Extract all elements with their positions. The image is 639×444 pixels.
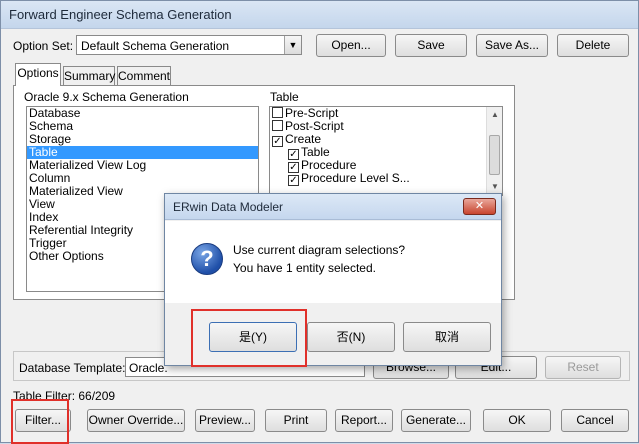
- dialog-cancel-button[interactable]: 取消: [403, 322, 491, 352]
- dialog-title: ERwin Data Modeler: [173, 200, 284, 214]
- no-button[interactable]: 否(N): [307, 322, 395, 352]
- cancel-button[interactable]: Cancel: [561, 409, 629, 432]
- scroll-thumb[interactable]: [489, 135, 500, 175]
- tab-options[interactable]: Options: [15, 63, 61, 86]
- option-set-value: Default Schema Generation: [81, 39, 230, 53]
- save-as-button[interactable]: Save As...: [476, 34, 548, 57]
- reset-button[interactable]: Reset: [545, 356, 621, 379]
- table-option-item[interactable]: ✓ Procedure Level S...: [270, 171, 502, 186]
- ok-button[interactable]: OK: [483, 409, 551, 432]
- checked-checkbox-icon[interactable]: ✓: [272, 136, 283, 147]
- filter-highlight-box: [11, 399, 69, 444]
- dialog-title-bar: ERwin Data Modeler ✕: [165, 194, 501, 220]
- database-template-value: Oracle.: [129, 361, 168, 375]
- dialog-message-line1: Use current diagram selections?: [233, 243, 406, 257]
- table-option-label: Create: [285, 132, 322, 146]
- right-list-header: Table: [270, 90, 299, 104]
- delete-button[interactable]: Delete: [557, 34, 629, 57]
- table-option-label: Post-Script: [285, 119, 344, 133]
- question-icon: ?: [191, 243, 223, 275]
- option-set-label: Option Set:: [13, 39, 74, 53]
- title-bar: Forward Engineer Schema Generation: [1, 1, 638, 29]
- table-option-label: Procedure: [301, 158, 357, 172]
- window-title: Forward Engineer Schema Generation: [9, 7, 232, 22]
- schema-list-item[interactable]: Storage: [27, 133, 258, 146]
- checkbox-icon[interactable]: [272, 120, 283, 131]
- chevron-down-icon[interactable]: ▼: [284, 36, 301, 54]
- confirm-dialog: ERwin Data Modeler ✕ ? Use current diagr…: [164, 193, 502, 367]
- checked-checkbox-icon[interactable]: ✓: [288, 175, 299, 186]
- table-option-label: Table: [301, 145, 330, 159]
- open-button[interactable]: Open...: [316, 34, 386, 57]
- table-option-label: Procedure Level S...: [301, 171, 410, 185]
- table-options-scrollbar[interactable]: ▲ ▼: [486, 107, 502, 195]
- dialog-message-line2: You have 1 entity selected.: [233, 261, 376, 275]
- tab-summary[interactable]: Summary: [63, 66, 115, 87]
- checkbox-icon[interactable]: [272, 107, 283, 118]
- save-button[interactable]: Save: [395, 34, 467, 57]
- print-button[interactable]: Print: [265, 409, 327, 432]
- yes-button[interactable]: 是(Y): [209, 322, 297, 352]
- table-options-list[interactable]: Pre-Script Post-Script ✓ Create ✓ Table ✓ Proce…: [269, 106, 503, 196]
- dialog-body: ? Use current diagram selections? You ha…: [165, 221, 501, 303]
- scroll-up-icon[interactable]: ▲: [487, 107, 502, 123]
- owner-override-button[interactable]: Owner Override...: [87, 409, 185, 432]
- close-icon[interactable]: ✕: [463, 198, 496, 215]
- database-template-label: Database Template:: [19, 361, 126, 375]
- report-button[interactable]: Report...: [335, 409, 393, 432]
- table-option-label: Pre-Script: [285, 106, 339, 120]
- preview-button[interactable]: Preview...: [195, 409, 255, 432]
- generate-button[interactable]: Generate...: [401, 409, 471, 432]
- tab-comment[interactable]: Comment: [117, 66, 171, 87]
- option-set-select[interactable]: Default Schema Generation ▼: [76, 35, 302, 55]
- left-list-header: Oracle 9.x Schema Generation: [24, 90, 189, 104]
